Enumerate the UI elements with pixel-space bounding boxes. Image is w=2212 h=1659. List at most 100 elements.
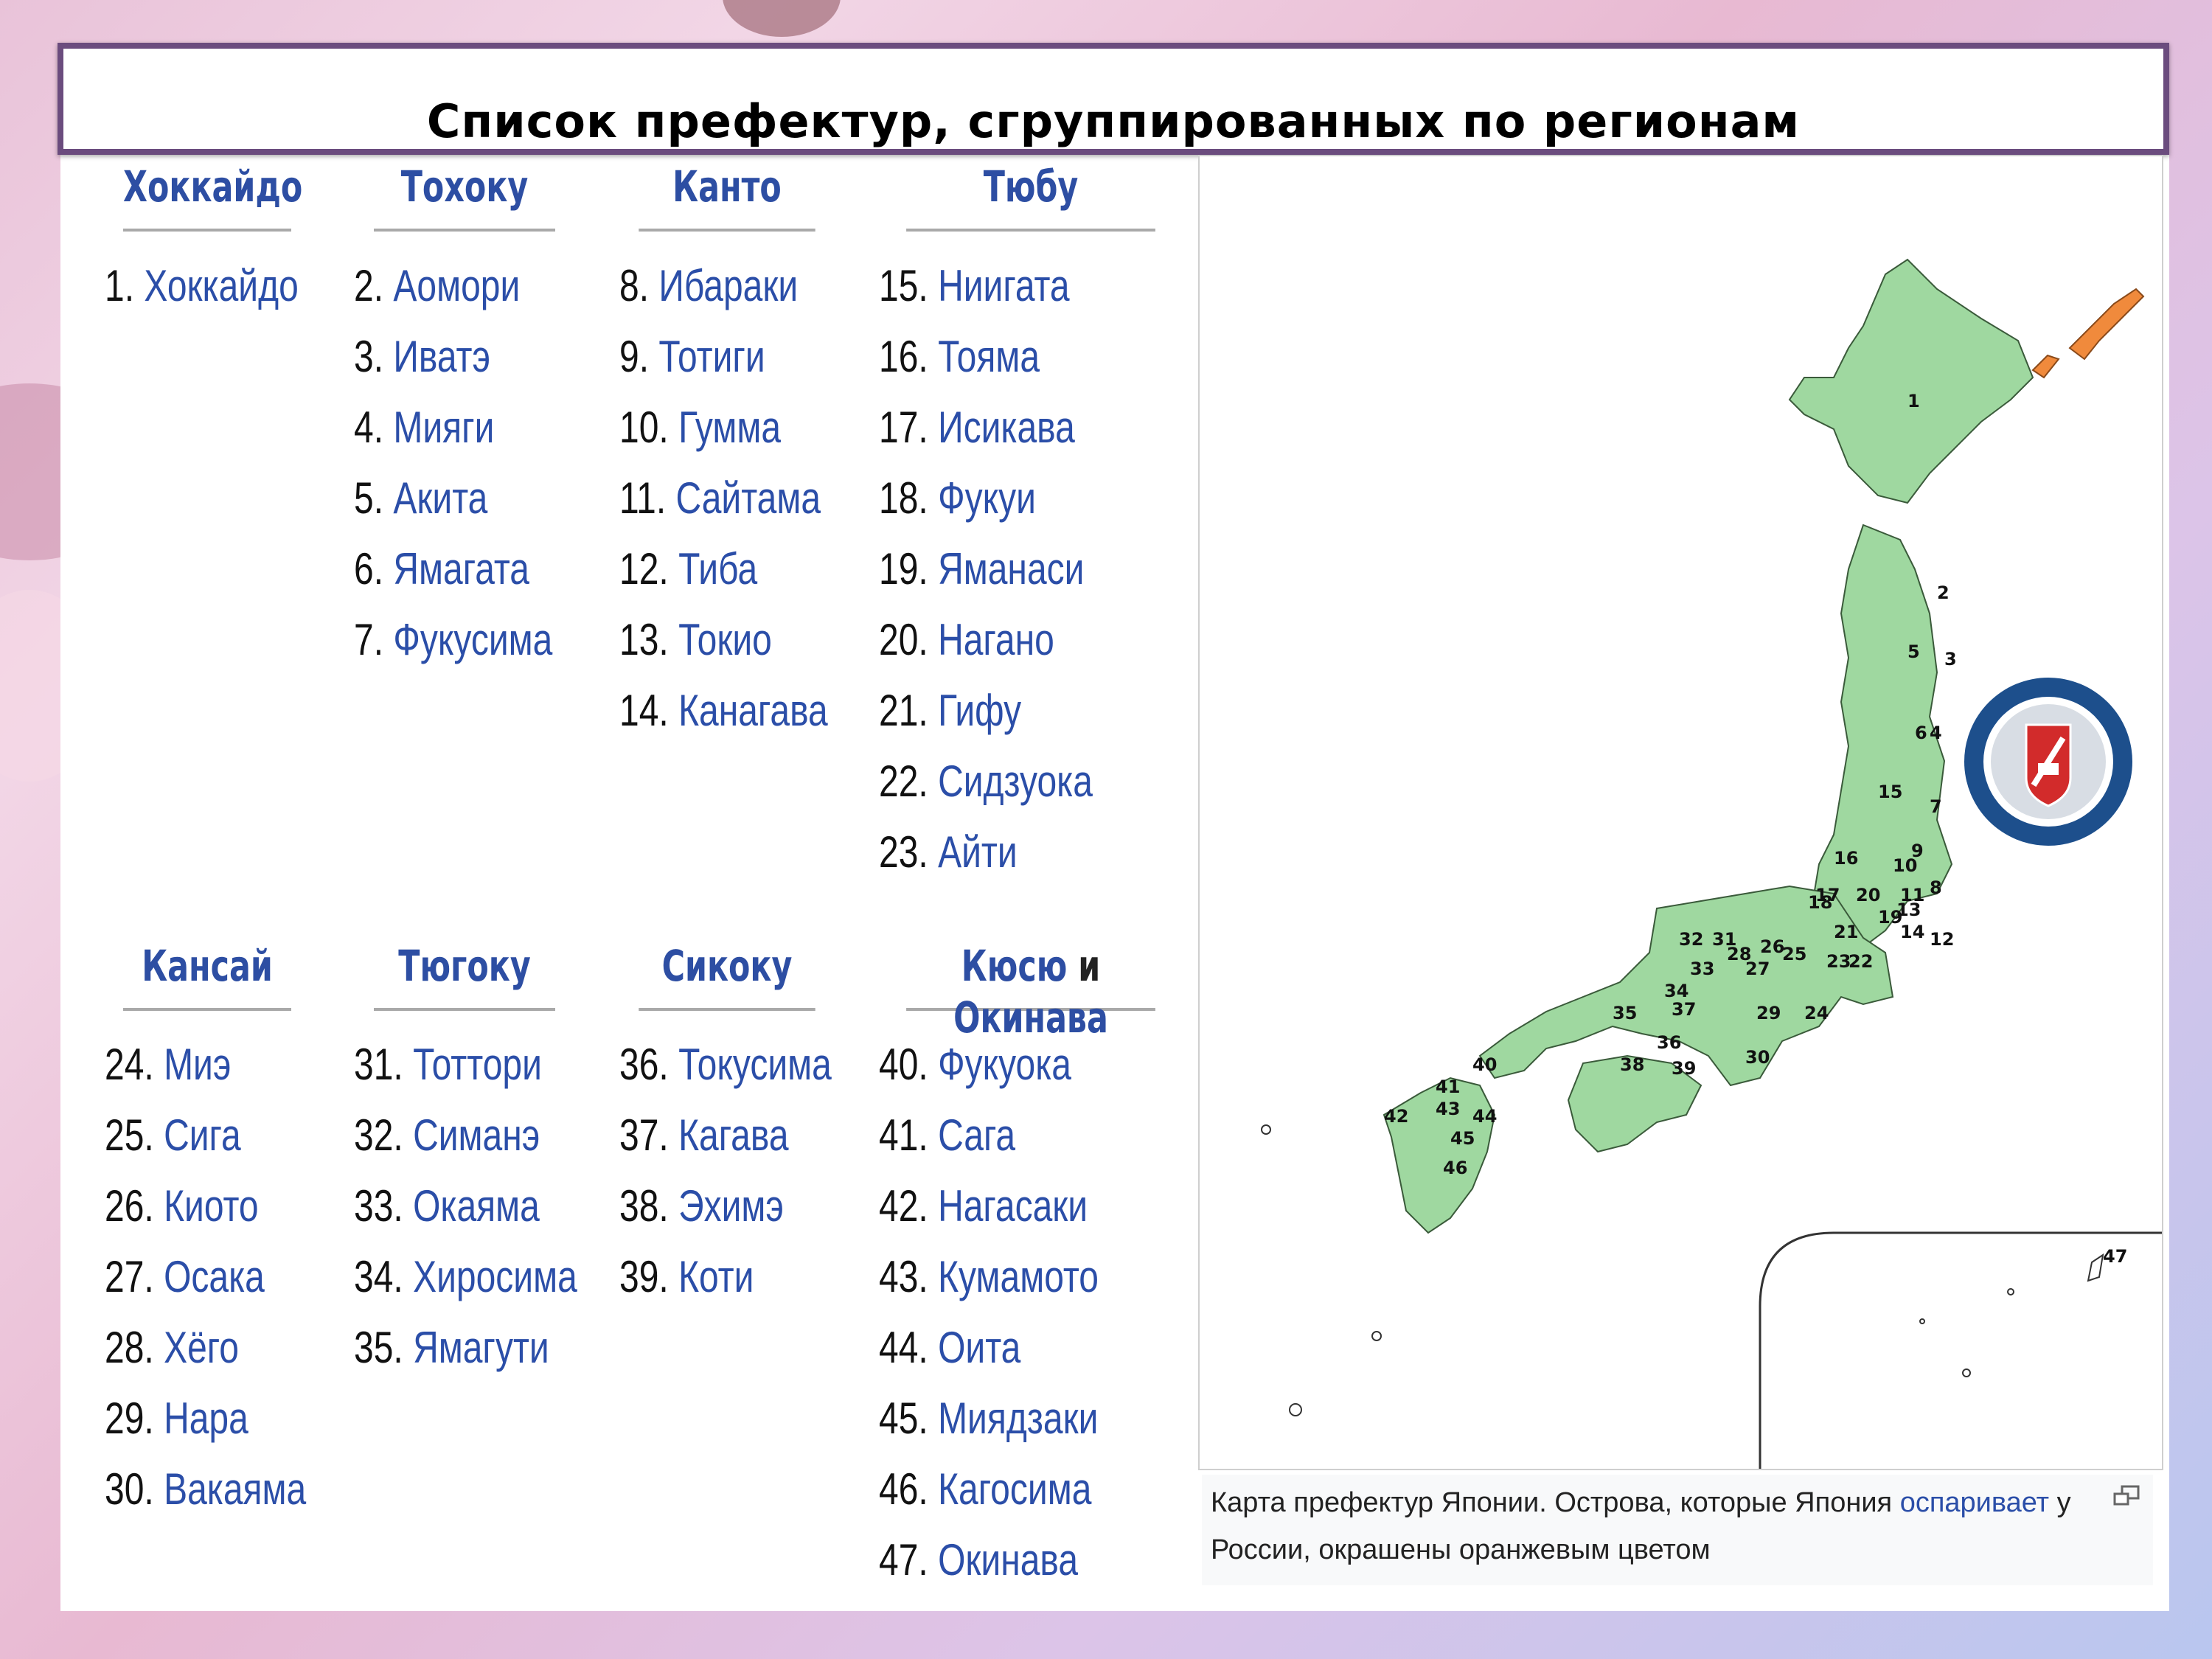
prefecture-number: 44. <box>879 1323 928 1372</box>
prefecture-item: 37. Кагава <box>619 1109 832 1180</box>
prefecture-link[interactable]: Миядзаки <box>938 1394 1098 1443</box>
prefecture-link[interactable]: Вакаяма <box>164 1464 306 1514</box>
prefecture-link[interactable]: Сига <box>164 1110 241 1160</box>
prefecture-link[interactable]: Аомори <box>393 261 520 310</box>
prefecture-link[interactable]: Фукуи <box>938 473 1036 523</box>
map-prefecture-label: 32 <box>1679 929 1703 950</box>
prefecture-number: 15. <box>879 261 928 310</box>
caption-link[interactable]: оспаривает <box>1900 1487 2049 1518</box>
prefecture-link[interactable]: Тиба <box>678 544 757 594</box>
prefecture-link[interactable]: Гумма <box>678 403 781 452</box>
prefecture-link[interactable]: Нагасаки <box>938 1181 1088 1231</box>
prefecture-item: 28. Хёго <box>105 1321 306 1392</box>
prefecture-number: 22. <box>879 757 928 806</box>
prefecture-link[interactable]: Тоттори <box>413 1040 542 1089</box>
prefecture-link[interactable]: Ниигата <box>938 261 1070 310</box>
prefecture-list: 40. Фукуока 41. Сага 42. Нагасаки 43. Кумам… <box>879 1038 1153 1604</box>
prefecture-item: 4. Мияги <box>354 401 552 472</box>
prefecture-link[interactable]: Симанэ <box>413 1110 540 1160</box>
prefecture-link[interactable]: Исикава <box>938 403 1075 452</box>
region-link-okinawa[interactable]: Окинава <box>953 992 1108 1043</box>
region-header-kanto[interactable]: Канто <box>639 161 815 232</box>
prefecture-link[interactable]: Ямагути <box>413 1323 549 1372</box>
map-prefecture-label: 26 <box>1760 936 1784 957</box>
prefecture-number: 17. <box>879 403 928 452</box>
region-header-tohoku[interactable]: Тохоку <box>374 161 555 232</box>
prefecture-number: 4. <box>354 403 384 452</box>
prefecture-link[interactable]: Сайтама <box>676 473 821 523</box>
prefecture-link[interactable]: Фукуока <box>938 1040 1071 1089</box>
prefecture-link[interactable]: Ямагата <box>393 544 529 594</box>
prefecture-item: 7. Фукусима <box>354 613 552 684</box>
map-prefecture-label: 8 <box>1930 877 1942 898</box>
prefecture-link[interactable]: Тотиги <box>658 332 765 381</box>
prefecture-link[interactable]: Тояма <box>938 332 1040 381</box>
prefecture-link[interactable]: Кагава <box>678 1110 788 1160</box>
prefecture-link[interactable]: Сага <box>938 1110 1015 1160</box>
prefecture-link[interactable]: Ибараки <box>658 261 798 310</box>
prefecture-item: 2. Аомори <box>354 260 552 330</box>
prefecture-item: 20. Нагано <box>879 613 1093 684</box>
prefecture-link[interactable]: Айти <box>938 827 1018 877</box>
okinawa-inset-border <box>1759 1231 2162 1469</box>
prefecture-number: 16. <box>879 332 928 381</box>
prefecture-item: 29. Нара <box>105 1392 306 1463</box>
prefecture-link[interactable]: Миэ <box>164 1040 231 1089</box>
map-prefecture-label: 6 <box>1915 723 1927 743</box>
prefecture-link[interactable]: Окинава <box>938 1535 1078 1585</box>
region-header-chugoku[interactable]: Тюгоку <box>374 940 555 1011</box>
prefecture-link[interactable]: Киото <box>164 1181 259 1231</box>
prefecture-number: 20. <box>879 615 928 664</box>
prefecture-list: 36. Токусима 37. Кагава 38. Эхимэ 39. Коти <box>619 1038 885 1321</box>
prefecture-link[interactable]: Канагава <box>678 686 828 735</box>
prefecture-item: 9. Тотиги <box>619 330 828 401</box>
prefecture-item: 14. Канагава <box>619 684 828 755</box>
prefecture-link[interactable]: Эхимэ <box>678 1181 784 1231</box>
disputed-islands-shape <box>2068 288 2145 361</box>
map-prefecture-label: 21 <box>1834 922 1858 942</box>
prefecture-list: 24. Миэ 25. Сига 26. Киото 27. Осака 28. Хёг… <box>105 1038 357 1534</box>
prefecture-link[interactable]: Хиросима <box>413 1252 577 1301</box>
prefecture-link[interactable]: Акита <box>393 473 487 523</box>
region-header-shikoku[interactable]: Сикоку <box>639 940 815 1011</box>
expand-icon[interactable] <box>2113 1485 2140 1507</box>
prefecture-list: 1. Хоккайдо <box>105 260 347 330</box>
prefecture-link[interactable]: Осака <box>164 1252 265 1301</box>
region-link-kyushu[interactable]: Кюсю <box>961 941 1068 991</box>
hokkaido-shape <box>1788 258 2034 504</box>
prefecture-item: 27. Осака <box>105 1251 306 1321</box>
prefecture-number: 18. <box>879 473 928 523</box>
region-header-chubu[interactable]: Тюбу <box>906 161 1155 232</box>
prefecture-link[interactable]: Яманаси <box>938 544 1084 594</box>
prefecture-link[interactable]: Токио <box>678 615 772 664</box>
map-prefecture-label: 1 <box>1907 391 1920 411</box>
prefecture-link[interactable]: Хоккайдо <box>144 261 298 310</box>
prefecture-number: 12. <box>619 544 669 594</box>
prefecture-link[interactable]: Фукусима <box>393 615 552 664</box>
prefecture-number: 14. <box>619 686 669 735</box>
prefecture-link[interactable]: Кагосима <box>938 1464 1091 1514</box>
prefecture-link[interactable]: Кумамото <box>938 1252 1099 1301</box>
prefecture-number: 19. <box>879 544 928 594</box>
prefecture-link[interactable]: Нагано <box>938 615 1054 664</box>
prefecture-link[interactable]: Сидзуока <box>938 757 1093 806</box>
prefecture-link[interactable]: Токусима <box>678 1040 832 1089</box>
prefecture-number: 38. <box>619 1181 669 1231</box>
prefecture-item: 10. Гумма <box>619 401 828 472</box>
map-prefecture-label: 30 <box>1745 1047 1770 1068</box>
region-header-kansai[interactable]: Кансай <box>123 940 291 1011</box>
prefecture-link[interactable]: Хёго <box>164 1323 239 1372</box>
prefecture-link[interactable]: Иватэ <box>393 332 490 381</box>
map-prefecture-label: 24 <box>1804 1003 1829 1023</box>
prefecture-link[interactable]: Мияги <box>393 403 494 452</box>
prefecture-link[interactable]: Гифу <box>938 686 1021 735</box>
map-prefecture-label: 43 <box>1436 1099 1460 1119</box>
prefecture-link[interactable]: Нара <box>164 1394 248 1443</box>
prefecture-number: 1. <box>105 261 135 310</box>
region-header-hokkaido[interactable]: Хоккайдо <box>123 161 302 232</box>
prefecture-link[interactable]: Оита <box>938 1323 1020 1372</box>
prefecture-link[interactable]: Окаяма <box>413 1181 540 1231</box>
prefecture-item: 19. Яманаси <box>879 543 1093 613</box>
map-prefecture-label: 15 <box>1878 782 1902 802</box>
prefecture-link[interactable]: Коти <box>678 1252 754 1301</box>
